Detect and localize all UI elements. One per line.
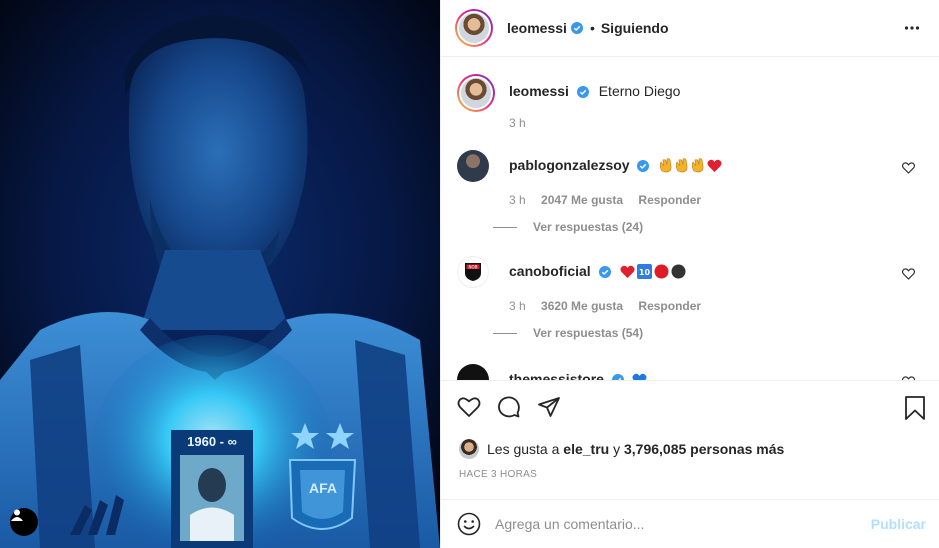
verified-badge-icon [637,160,650,172]
more-options-icon[interactable] [904,20,920,36]
post-header: leomessi • Siguiendo [441,0,939,57]
like-comment-heart-icon[interactable] [902,162,915,174]
blue-heart-emoji-icon [632,373,647,380]
jersey-print-text: 1960 - ∞ [187,434,237,449]
caption-time[interactable]: 3 h [509,116,526,130]
user-icon [11,509,23,521]
following-button[interactable]: Siguiendo [601,20,669,36]
view-replies-label: Ver respuestas (24) [533,220,644,234]
liker-username[interactable]: ele_tru [563,441,609,457]
verified-badge-icon [570,22,583,34]
add-comment-bar: Agrega un comentario... Publicar [441,499,939,548]
comment-time[interactable]: 3 h [509,193,526,207]
commenter-avatar[interactable] [457,150,489,182]
svg-text:10: 10 [639,268,651,277]
publish-button[interactable]: Publicar [871,516,926,532]
like-heart-icon[interactable] [457,395,481,419]
post-details-panel: leomessi • Siguiendo leomessi Eterno Die… [440,0,939,548]
comment-likes[interactable]: 3620 Me gusta [541,299,623,313]
caption-text: Eterno Diego [598,83,681,99]
comment-input[interactable]: Agrega un comentario... [495,516,644,532]
caption-author-avatar[interactable] [457,74,495,112]
clap-emoji-icon [659,157,673,177]
reply-button[interactable]: Responder [638,299,701,313]
newells-crest-icon: NOB [465,263,481,281]
keycap-10-emoji-icon: 10 [637,264,653,283]
comment-likes[interactable]: 2047 Me gusta [541,193,623,207]
red-heart-emoji-icon [620,265,636,283]
red-circle-emoji-icon [654,264,669,283]
clap-emoji-icon [675,157,689,177]
commenter-avatar[interactable] [457,364,489,380]
comment-username[interactable]: themessistore [509,371,604,380]
like-comment-heart-icon[interactable] [902,268,915,280]
comment-time[interactable]: 3 h [509,299,526,313]
svg-text:NOB: NOB [469,264,478,269]
comments-list[interactable]: leomessi Eterno Diego 3 h pablogonzalezs… [441,58,939,380]
comment-username[interactable]: pablogonzalezsoy [509,157,630,173]
view-replies-button[interactable]: Ver respuestas (24) [493,220,643,234]
comment-username[interactable]: canoboficial [509,263,591,279]
likes-summary: Les gusta a ele_tru y 3,796,085 personas… [459,439,784,459]
post-modal: 1960 - ∞ AFA leomessi • Siguiendo leomes… [0,0,939,548]
likes-count[interactable]: 3,796,085 personas más [624,441,784,457]
red-heart-emoji-icon [707,159,722,177]
reply-button[interactable]: Responder [638,193,701,207]
messi-photo-art [0,0,440,548]
post-time[interactable]: HACE 3 HORAS [459,469,537,480]
liker-avatar[interactable] [459,439,479,459]
view-replies-button[interactable]: Ver respuestas (54) [493,326,643,340]
author-avatar[interactable] [455,9,493,47]
crest-text: AFA [309,480,337,496]
likes-conjunction: y [613,441,621,457]
emoji-smiley-icon[interactable] [457,512,481,536]
view-replies-label: Ver respuestas (54) [533,326,644,340]
caption-username[interactable]: leomessi [509,83,569,99]
black-circle-emoji-icon [671,264,686,283]
commenter-avatar[interactable]: NOB [457,256,489,288]
likes-prefix: Les gusta a [487,441,560,457]
post-actions: Les gusta a ele_tru y 3,796,085 personas… [441,380,939,499]
share-paper-plane-icon[interactable] [537,395,561,419]
clap-emoji-icon [691,157,705,177]
save-bookmark-icon[interactable] [904,395,926,421]
header-separator: • [589,20,595,36]
post-photo[interactable]: 1960 - ∞ AFA [0,0,440,548]
verified-badge-icon [598,266,611,278]
comment-bubble-icon[interactable] [497,395,521,419]
tagged-users-button[interactable] [10,508,38,536]
author-username[interactable]: leomessi [507,20,567,36]
verified-badge-icon [576,86,589,98]
